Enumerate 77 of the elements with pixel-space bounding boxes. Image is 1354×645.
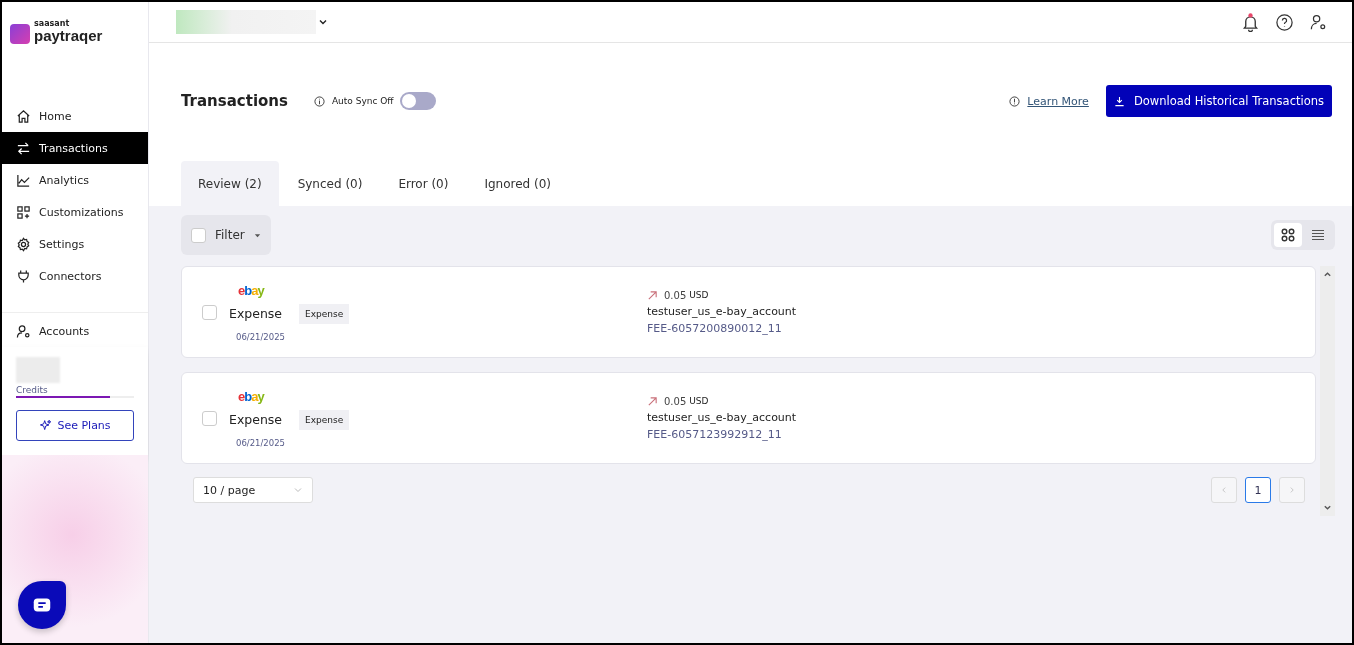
reference-id: FEE-6057123992912_11 [647, 427, 783, 441]
transaction-card[interactable]: ebay Expense Expense 06/21/2025 0.05 USD testuser_us_e-bay_account FEE-6057200890012_11 [181, 266, 1316, 358]
tab[interactable]: Error (0) [381, 161, 466, 206]
arrow-up-right-icon [647, 289, 658, 301]
logo-icon [10, 24, 30, 44]
info-icon [313, 95, 325, 107]
grid-icon [1281, 228, 1295, 242]
transaction-type: Expense [229, 412, 283, 427]
bell-icon[interactable] [1241, 12, 1260, 32]
grid-view-button[interactable] [1274, 223, 1302, 247]
transaction-date: 06/21/2025 [236, 437, 286, 448]
caret-icon [253, 231, 261, 239]
transaction-date: 06/21/2025 [236, 331, 286, 342]
auto-sync-label: Auto Sync Off [331, 96, 394, 106]
user-settings-icon[interactable] [1309, 12, 1328, 32]
checkbox[interactable] [202, 410, 217, 426]
info-icon [1009, 95, 1021, 107]
chevron-up-icon [1323, 270, 1332, 279]
account-name: testuser_us_e-bay_account [647, 304, 797, 318]
account-name: testuser_us_e-bay_account [647, 410, 797, 424]
source-logo: ebay [238, 282, 266, 298]
previous-page-button[interactable] [1211, 477, 1237, 503]
amount: 0.05 [664, 395, 687, 407]
page-title: Transactions [181, 92, 288, 110]
nav-item[interactable]: Transactions [2, 132, 148, 164]
chevron-down-icon [318, 17, 328, 27]
chat-button[interactable] [18, 581, 66, 629]
user-settings-icon [16, 323, 31, 339]
next-page-button[interactable] [1279, 477, 1305, 503]
currency: USD [689, 290, 709, 300]
type-tag: Expense [299, 303, 350, 324]
transfer-icon [16, 140, 31, 156]
credits-label: Credits [16, 385, 49, 395]
filter-button[interactable]: Filter [181, 215, 271, 255]
chart-icon [16, 172, 31, 188]
company-name: saasant [34, 20, 71, 28]
chevron-right-icon [1288, 486, 1296, 494]
tab[interactable]: Ignored (0) [467, 161, 569, 206]
currency: USD [689, 396, 709, 406]
list-icon [1311, 228, 1325, 242]
blurred-org-selector[interactable] [176, 10, 316, 34]
see-plans-button[interactable]: See Plans [16, 410, 134, 441]
nav-item[interactable]: Customizations [2, 196, 148, 228]
nav-item[interactable]: Analytics [2, 164, 148, 196]
accounts-link[interactable]: Accounts [2, 315, 148, 347]
tab[interactable]: Review (2) [181, 161, 279, 206]
download-button[interactable]: Download Historical Transactions [1105, 85, 1332, 117]
checkbox[interactable] [191, 227, 206, 243]
transaction-type: Expense [229, 306, 283, 321]
reference-id: FEE-6057200890012_11 [647, 321, 783, 335]
transaction-card[interactable]: ebay Expense Expense 06/21/2025 0.05 USD testuser_us_e-bay_account FEE-6057123992912_11 [181, 372, 1316, 464]
chevron-down-icon [293, 485, 303, 495]
download-icon [1113, 95, 1125, 107]
arrow-up-right-icon [647, 395, 658, 407]
type-tag: Expense [299, 409, 350, 430]
nav-item[interactable]: Connectors [2, 260, 148, 292]
amount: 0.05 [664, 289, 687, 301]
source-logo: ebay [238, 388, 266, 404]
tab[interactable]: Synced (0) [280, 161, 380, 206]
chevron-left-icon [1220, 486, 1228, 494]
page-button[interactable]: 1 [1245, 477, 1271, 503]
auto-sync-toggle[interactable] [399, 92, 436, 110]
home-icon [16, 108, 31, 124]
grid-icon [16, 204, 31, 220]
gear-icon [16, 236, 31, 252]
sparkle-icon [39, 419, 53, 432]
help-icon[interactable] [1275, 12, 1294, 32]
filter-label: Filter [215, 228, 245, 242]
nav-item[interactable]: Settings [2, 228, 148, 260]
plug-icon [16, 268, 31, 284]
product-name: paytraqer [34, 28, 103, 43]
nav-item[interactable]: Home [2, 100, 148, 132]
checkbox[interactable] [202, 304, 217, 320]
page-size-select[interactable]: 10 / page [193, 477, 313, 503]
chevron-down-icon [1323, 503, 1332, 512]
learn-more-link[interactable]: Learn More [1027, 94, 1089, 108]
scrollbar[interactable] [1320, 266, 1335, 516]
